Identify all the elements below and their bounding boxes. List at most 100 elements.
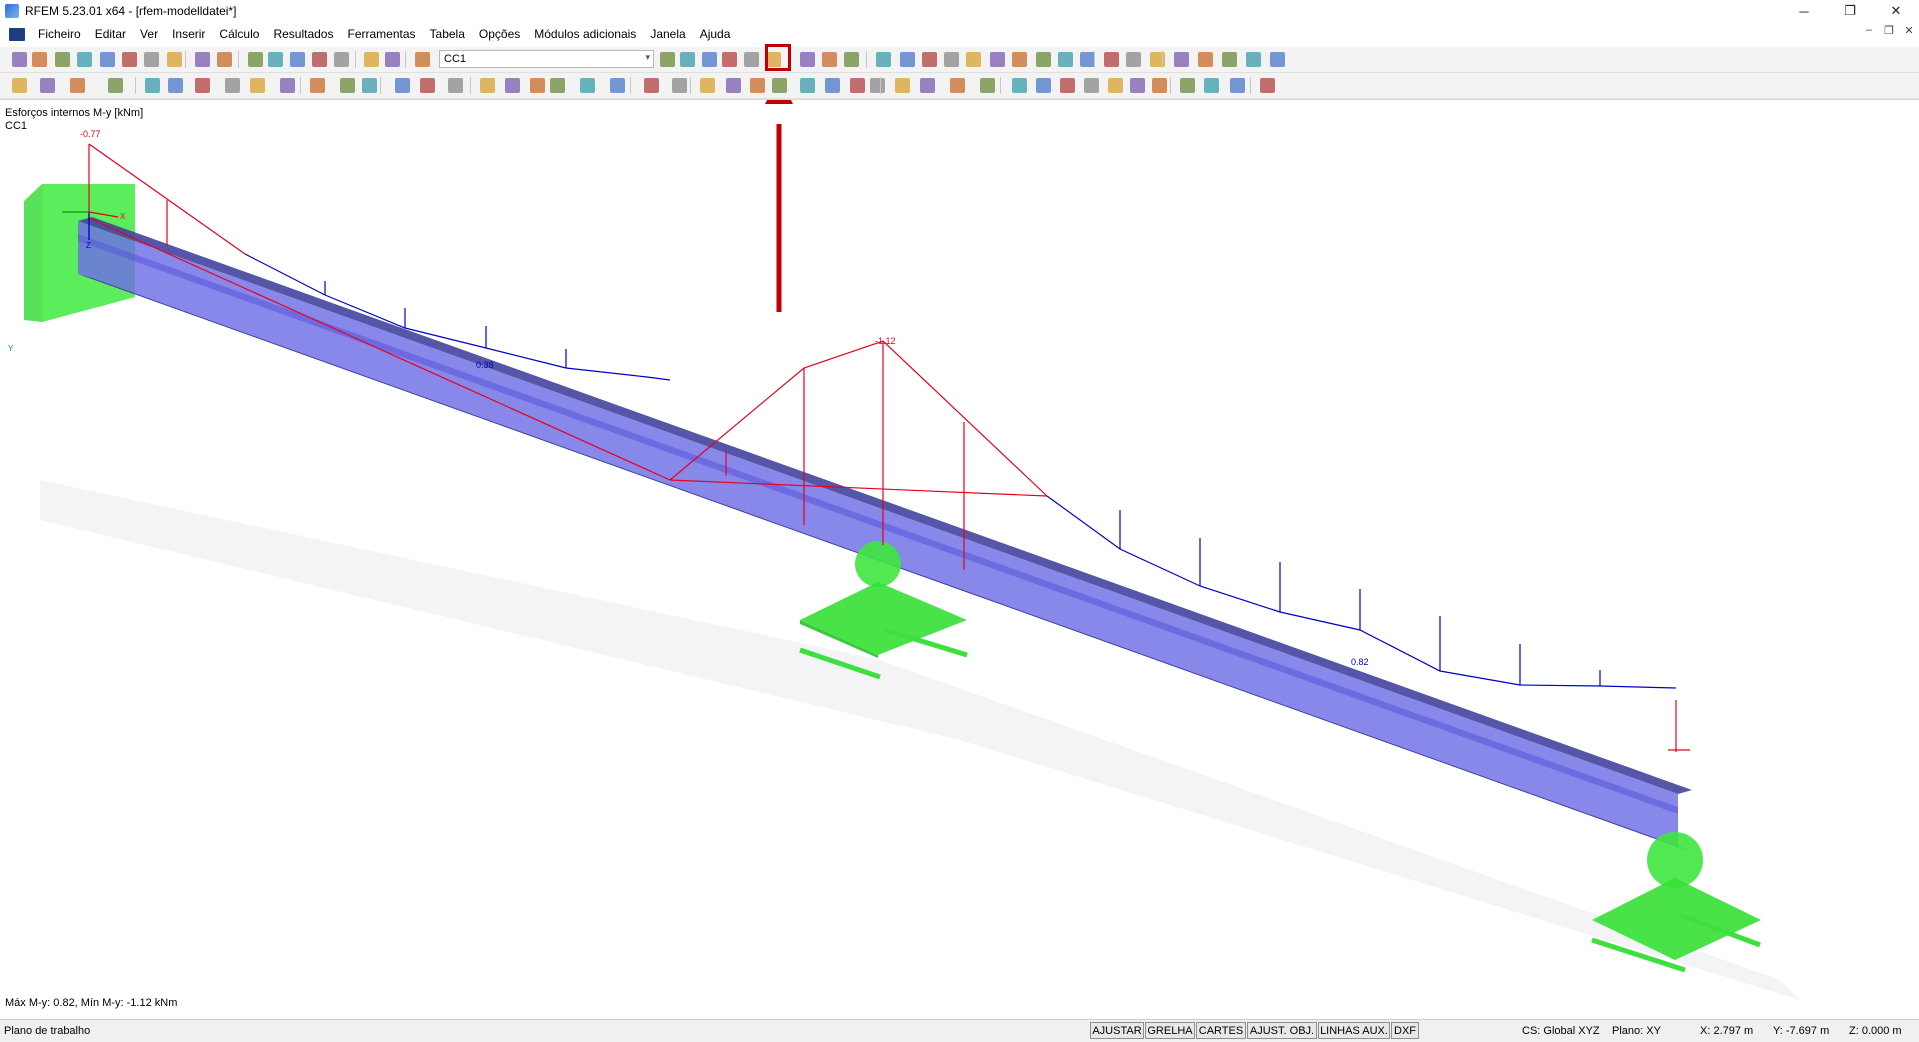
secondary-tool-icon[interactable] xyxy=(1260,78,1275,93)
main-tool-icon[interactable] xyxy=(1174,52,1189,67)
secondary-tool-icon[interactable] xyxy=(480,78,495,93)
main-tool-icon[interactable] xyxy=(1104,52,1119,67)
document-menu-icon[interactable] xyxy=(9,27,25,41)
secondary-tool-icon[interactable] xyxy=(610,78,625,93)
secondary-tool-icon[interactable] xyxy=(1230,78,1245,93)
secondary-tool-icon[interactable] xyxy=(420,78,435,93)
secondary-tool-icon[interactable] xyxy=(825,78,840,93)
load-case-select[interactable]: CC1 ▾ xyxy=(439,50,654,68)
main-tool-icon[interactable] xyxy=(680,52,695,67)
cartes-button[interactable]: CARTES xyxy=(1196,1022,1246,1039)
secondary-tool-icon[interactable] xyxy=(395,78,410,93)
main-tool-icon[interactable] xyxy=(364,52,379,67)
main-tool-icon[interactable] xyxy=(385,52,400,67)
beam-member[interactable] xyxy=(78,217,1692,851)
secondary-tool-icon[interactable] xyxy=(850,78,865,93)
secondary-tool-icon[interactable] xyxy=(250,78,265,93)
doc-restore-button[interactable]: ❐ xyxy=(1879,24,1899,37)
doc-close-button[interactable]: ✕ xyxy=(1899,24,1919,37)
dxf-button[interactable]: DXF xyxy=(1391,1022,1419,1039)
snap-button[interactable]: AJUSTAR xyxy=(1090,1022,1144,1039)
main-tool-icon[interactable] xyxy=(744,52,759,67)
menu-modulos-adicionais[interactable]: Módulos adicionais xyxy=(534,27,636,41)
close-button[interactable]: ✕ xyxy=(1873,0,1919,22)
secondary-tool-icon[interactable] xyxy=(1060,78,1075,93)
menu-ajuda[interactable]: Ajuda xyxy=(700,27,731,41)
secondary-tool-icon[interactable] xyxy=(448,78,463,93)
main-tool-icon[interactable] xyxy=(800,52,815,67)
secondary-tool-icon[interactable] xyxy=(700,78,715,93)
secondary-tool-icon[interactable] xyxy=(1084,78,1099,93)
menu-opcoes[interactable]: Opções xyxy=(479,27,520,41)
main-tool-icon[interactable] xyxy=(290,52,305,67)
highlighted-result-diagram-button[interactable] xyxy=(765,44,791,71)
secondary-tool-icon[interactable] xyxy=(870,78,885,93)
secondary-tool-icon[interactable] xyxy=(1204,78,1219,93)
secondary-tool-icon[interactable] xyxy=(644,78,659,93)
main-tool-icon[interactable] xyxy=(1126,52,1141,67)
main-tool-icon[interactable] xyxy=(167,52,182,67)
secondary-tool-icon[interactable] xyxy=(920,78,935,93)
main-tool-icon[interactable] xyxy=(195,52,210,67)
main-tool-icon[interactable] xyxy=(122,52,137,67)
secondary-tool-icon[interactable] xyxy=(580,78,595,93)
main-tool-icon[interactable] xyxy=(900,52,915,67)
secondary-tool-icon[interactable] xyxy=(108,78,123,93)
main-tool-icon[interactable] xyxy=(876,52,891,67)
main-tool-icon[interactable] xyxy=(922,52,937,67)
main-tool-icon[interactable] xyxy=(217,52,232,67)
secondary-tool-icon[interactable] xyxy=(726,78,741,93)
main-tool-icon[interactable] xyxy=(248,52,263,67)
main-tool-icon[interactable] xyxy=(660,52,675,67)
main-tool-icon[interactable] xyxy=(944,52,959,67)
secondary-tool-icon[interactable] xyxy=(1130,78,1145,93)
restore-button[interactable]: ❐ xyxy=(1827,0,1873,22)
object-snap-button[interactable]: AJUST. OBJ. xyxy=(1247,1022,1317,1039)
menu-resultados[interactable]: Resultados xyxy=(273,27,333,41)
secondary-tool-icon[interactable] xyxy=(280,78,295,93)
secondary-tool-icon[interactable] xyxy=(225,78,240,93)
main-tool-icon[interactable] xyxy=(12,52,27,67)
main-tool-icon[interactable] xyxy=(77,52,92,67)
secondary-tool-icon[interactable] xyxy=(950,78,965,93)
main-tool-icon[interactable] xyxy=(844,52,859,67)
main-tool-icon[interactable] xyxy=(702,52,717,67)
main-tool-icon[interactable] xyxy=(990,52,1005,67)
secondary-tool-icon[interactable] xyxy=(362,78,377,93)
main-tool-icon[interactable] xyxy=(334,52,349,67)
secondary-tool-icon[interactable] xyxy=(145,78,160,93)
menu-inserir[interactable]: Inserir xyxy=(172,27,205,41)
secondary-tool-icon[interactable] xyxy=(895,78,910,93)
secondary-tool-icon[interactable] xyxy=(168,78,183,93)
main-tool-icon[interactable] xyxy=(722,52,737,67)
main-tool-icon[interactable] xyxy=(415,52,430,67)
secondary-tool-icon[interactable] xyxy=(550,78,565,93)
secondary-tool-icon[interactable] xyxy=(530,78,545,93)
secondary-tool-icon[interactable] xyxy=(310,78,325,93)
main-tool-icon[interactable] xyxy=(55,52,70,67)
main-tool-icon[interactable] xyxy=(268,52,283,67)
menu-ficheiro[interactable]: Ficheiro xyxy=(38,27,81,41)
secondary-tool-icon[interactable] xyxy=(195,78,210,93)
model-canvas[interactable]: -0.77 -1.12 0.38 0.82 X Z Y xyxy=(0,100,1919,1018)
menu-editar[interactable]: Editar xyxy=(95,27,126,41)
secondary-tool-icon[interactable] xyxy=(772,78,787,93)
secondary-tool-icon[interactable] xyxy=(70,78,85,93)
main-tool-icon[interactable] xyxy=(32,52,47,67)
main-tool-icon[interactable] xyxy=(966,52,981,67)
guidelines-button[interactable]: LINHAS AUX. xyxy=(1318,1022,1390,1039)
main-tool-icon[interactable] xyxy=(1080,52,1095,67)
secondary-tool-icon[interactable] xyxy=(980,78,995,93)
secondary-tool-icon[interactable] xyxy=(12,78,27,93)
secondary-tool-icon[interactable] xyxy=(1152,78,1167,93)
doc-minimize-button[interactable]: – xyxy=(1859,24,1879,37)
secondary-tool-icon[interactable] xyxy=(750,78,765,93)
model-viewport[interactable]: Esforços internos M-y [kNm] CC1 -0.77 -1… xyxy=(0,99,1919,1018)
secondary-tool-icon[interactable] xyxy=(1108,78,1123,93)
main-tool-icon[interactable] xyxy=(100,52,115,67)
menu-janela[interactable]: Janela xyxy=(650,27,685,41)
main-tool-icon[interactable] xyxy=(1058,52,1073,67)
main-tool-icon[interactable] xyxy=(1012,52,1027,67)
secondary-tool-icon[interactable] xyxy=(1012,78,1027,93)
secondary-tool-icon[interactable] xyxy=(1036,78,1051,93)
